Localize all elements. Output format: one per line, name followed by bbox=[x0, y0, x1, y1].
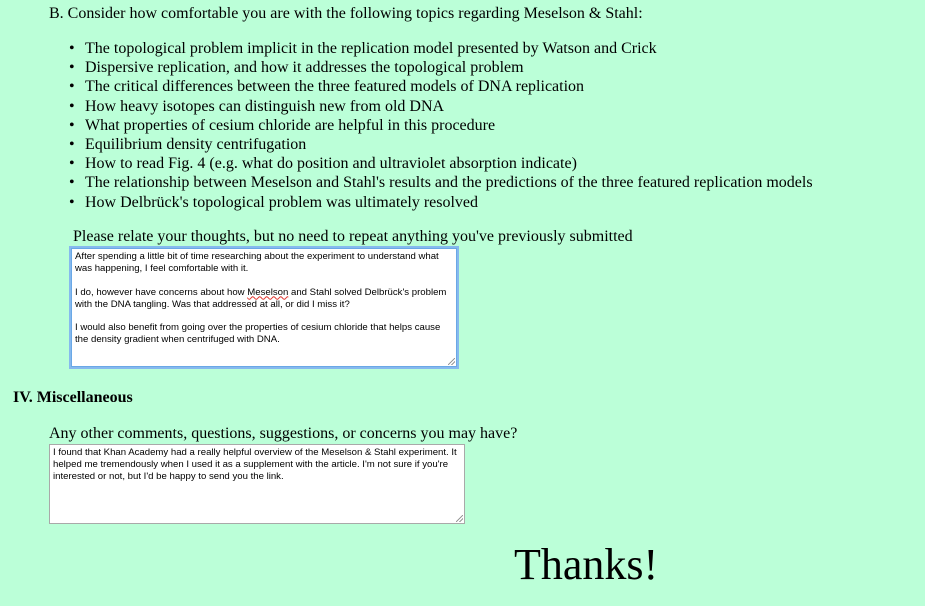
thoughts-prompt: Please relate your thoughts, but no need… bbox=[73, 228, 633, 245]
topic-text: Equilibrium density centrifugation bbox=[85, 135, 307, 153]
other-comments-textarea[interactable]: I found that Khan Academy had a really h… bbox=[49, 444, 465, 524]
section-b-heading: B. Consider how comfortable you are with… bbox=[49, 5, 643, 22]
bullet-icon: • bbox=[69, 116, 75, 134]
topic-text: The relationship between Meselson and St… bbox=[85, 174, 813, 192]
list-item: • What properties of cesium chloride are … bbox=[69, 116, 813, 135]
list-item: • How to read Fig. 4 (e.g. what do positi… bbox=[69, 154, 813, 173]
other-comments-prompt: Any other comments, questions, suggestio… bbox=[49, 425, 518, 442]
bullet-icon: • bbox=[69, 193, 75, 211]
bullet-icon: • bbox=[69, 155, 75, 173]
thanks-message: Thanks! bbox=[514, 540, 659, 589]
topic-text: How to read Fig. 4 (e.g. what do positio… bbox=[85, 155, 577, 173]
topic-text: What properties of cesium chloride are h… bbox=[85, 116, 496, 134]
topic-text: How heavy isotopes can distinguish new f… bbox=[85, 97, 445, 115]
list-item: • The critical differences between the th… bbox=[69, 77, 813, 96]
list-item: • Dispersive replication, and how it addr… bbox=[69, 58, 813, 77]
topic-text: The topological problem implicit in the … bbox=[85, 40, 657, 57]
bullet-icon: • bbox=[69, 40, 75, 57]
list-item: • How heavy isotopes can distinguish new … bbox=[69, 97, 813, 116]
bullet-icon: • bbox=[69, 135, 75, 153]
bullet-icon: • bbox=[69, 97, 75, 115]
other-comments-text: I found that Khan Academy had a really h… bbox=[53, 447, 460, 482]
list-item: • How Delbrück's topological problem was … bbox=[69, 193, 813, 212]
miscellaneous-heading: IV. Miscellaneous bbox=[13, 389, 133, 406]
thoughts-paragraph-1: After spending a little bit of time rese… bbox=[75, 251, 442, 274]
resize-handle-icon[interactable] bbox=[456, 515, 463, 522]
list-item: • Equilibrium density centrifugation bbox=[69, 135, 813, 154]
list-item: • The relationship between Meselson and S… bbox=[69, 173, 813, 192]
bullet-icon: • bbox=[69, 174, 75, 192]
topic-text: Dispersive replication, and how it addre… bbox=[85, 59, 524, 77]
bullet-icon: • bbox=[69, 59, 75, 77]
topic-text: The critical differences between the thr… bbox=[85, 78, 585, 96]
spellcheck-word[interactable]: Meselson bbox=[247, 287, 288, 298]
thoughts-paragraph-2: I do, however have concerns about how Me… bbox=[75, 287, 453, 311]
bullet-icon: • bbox=[69, 78, 75, 96]
thoughts-textarea[interactable]: After spending a little bit of time rese… bbox=[71, 248, 457, 367]
survey-page: B. Consider how comfortable you are with… bbox=[0, 0, 925, 606]
thoughts-paragraph-2-start: I do, however have concerns about how bbox=[75, 286, 248, 298]
topic-list: • The topological problem implicit in the… bbox=[69, 39, 813, 212]
list-item: • The topological problem implicit in the… bbox=[69, 39, 813, 58]
topic-text: How Delbrück's topological problem was u… bbox=[85, 193, 479, 211]
resize-handle-icon[interactable] bbox=[448, 358, 455, 365]
thoughts-paragraph-3: I would also benefit from going over the… bbox=[75, 322, 443, 345]
